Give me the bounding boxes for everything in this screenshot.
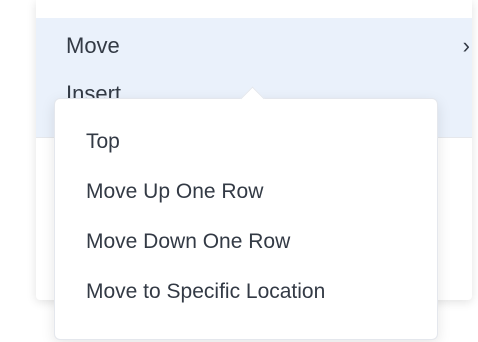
menu-item-move[interactable]: Move › bbox=[36, 18, 472, 74]
move-submenu: Top Move Up One Row Move Down One Row Mo… bbox=[54, 98, 438, 340]
context-menu-stage: Move › Insert Top Move Up One Row Move D… bbox=[0, 0, 478, 342]
chevron-right-icon: › bbox=[462, 33, 470, 58]
move-submenu-list: Top Move Up One Row Move Down One Row Mo… bbox=[55, 117, 437, 317]
submenu-item-move-up[interactable]: Move Up One Row bbox=[55, 167, 437, 217]
menu-item-move-label: Move bbox=[66, 33, 120, 58]
submenu-item-move-down[interactable]: Move Down One Row bbox=[55, 217, 437, 267]
submenu-item-move-to-location[interactable]: Move to Specific Location bbox=[55, 267, 437, 317]
submenu-item-top[interactable]: Top bbox=[55, 117, 437, 167]
